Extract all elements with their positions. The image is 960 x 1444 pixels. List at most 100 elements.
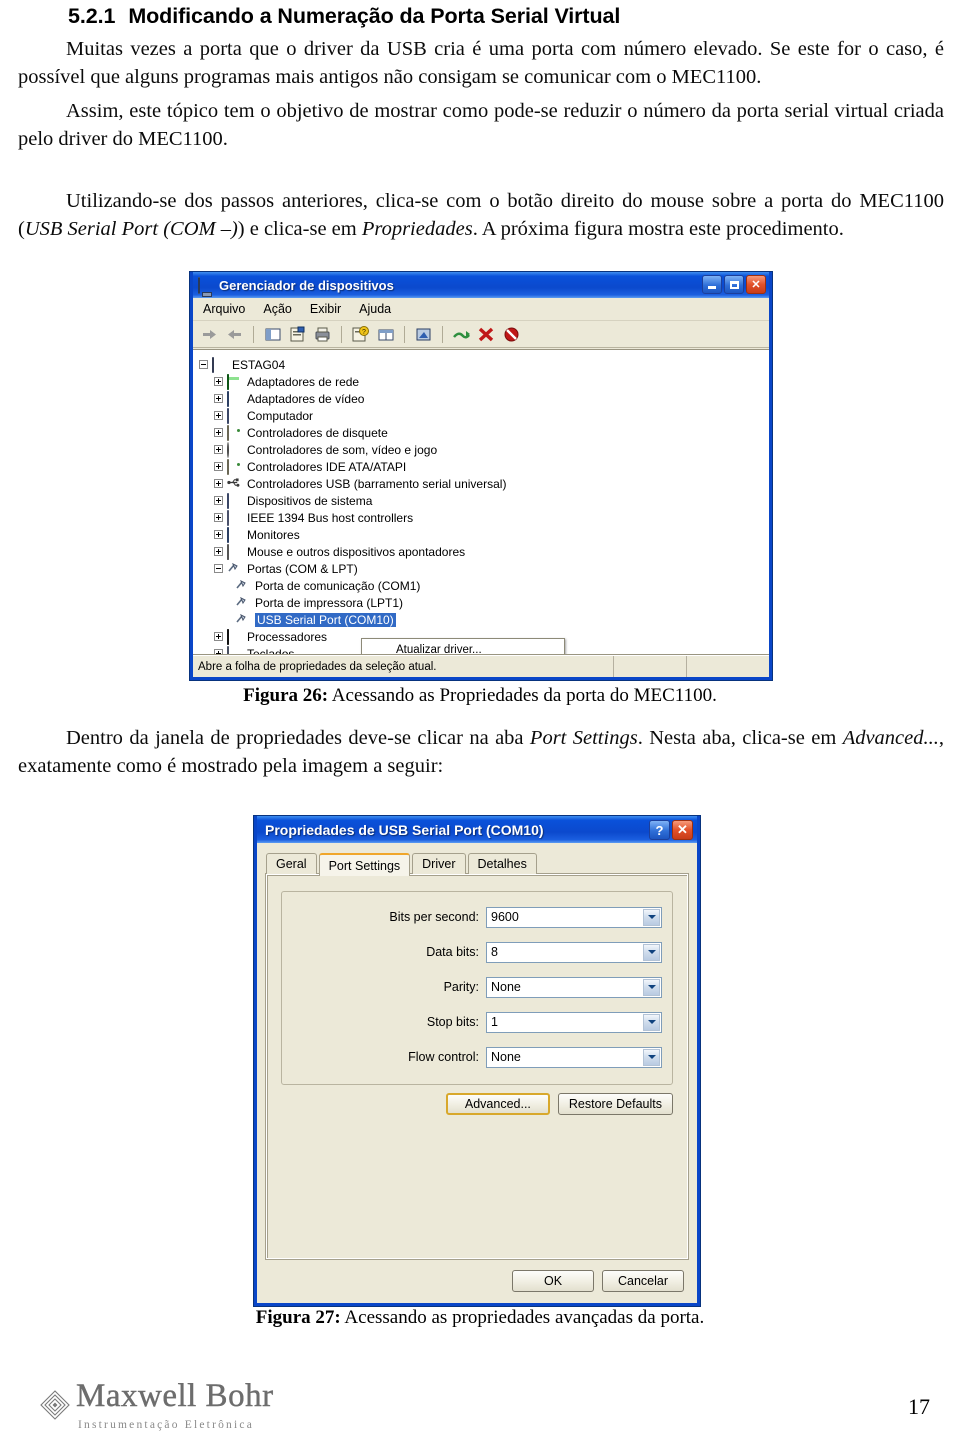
close-button[interactable]: ✕	[672, 820, 693, 840]
tree-item-computer[interactable]: Computador	[197, 407, 769, 424]
chevron-down-icon[interactable]	[643, 943, 660, 961]
tree-item-display-adapters[interactable]: Adaptadores de vídeo	[197, 390, 769, 407]
page-number: 17	[908, 1394, 930, 1419]
chevron-down-icon[interactable]	[643, 1013, 660, 1031]
expander-plus-icon[interactable]	[214, 530, 223, 539]
figure-27-caption: Figura 27: Acessando as propriedades ava…	[230, 1305, 730, 1330]
field-bits-per-second: Bits per second: 9600	[282, 906, 662, 928]
device-manager-toolbar: ?	[193, 321, 769, 348]
chevron-down-icon[interactable]	[643, 978, 660, 996]
tree-item-com1[interactable]: Porta de comunicação (COM1)	[197, 577, 769, 594]
port-icon	[227, 562, 242, 576]
tab-port-settings[interactable]: Port Settings	[318, 853, 411, 876]
close-button[interactable]: ✕	[746, 275, 766, 294]
tree-item-network-adapters[interactable]: Adaptadores de rede	[197, 373, 769, 390]
bits-per-second-combobox[interactable]: 9600	[486, 906, 662, 928]
menu-item-ajuda[interactable]: Ajuda	[359, 302, 391, 316]
field-parity: Parity: None	[282, 976, 662, 998]
expander-plus-icon[interactable]	[214, 445, 223, 454]
expander-plus-icon[interactable]	[214, 394, 223, 403]
expander-plus-icon[interactable]	[214, 479, 223, 488]
figure-26-label: Figura 26:	[243, 685, 329, 706]
tree-item-label: Controladores de som, vídeo e jogo	[247, 442, 438, 457]
tree-item-label: IEEE 1394 Bus host controllers	[247, 510, 414, 525]
show-tree-icon[interactable]	[262, 325, 283, 344]
device-tree-panel: ESTAG04 Adaptadores de rede Adaptadores …	[193, 349, 769, 655]
tree-item-label: Adaptadores de vídeo	[247, 391, 365, 406]
forward-arrow-icon[interactable]	[224, 325, 245, 344]
tree-item-label: Computador	[247, 408, 314, 423]
menu-item-acao[interactable]: Ação	[263, 302, 292, 316]
context-menu-item-update-driver[interactable]: Atualizar driver...	[362, 641, 564, 654]
disable-device-icon[interactable]	[501, 325, 522, 344]
tab-driver[interactable]: Driver	[412, 853, 466, 874]
paragraph-4-emphasis-2: Advanced...	[842, 727, 939, 749]
tree-item-ieee1394[interactable]: IEEE 1394 Bus host controllers	[197, 509, 769, 526]
stop-bits-combobox[interactable]: 1	[486, 1011, 662, 1033]
data-bits-combobox[interactable]: 8	[486, 941, 662, 963]
window-controls: ✕	[702, 275, 766, 294]
maximize-button[interactable]	[724, 275, 744, 294]
ok-button[interactable]: OK	[512, 1270, 594, 1292]
tree-item-ide-controllers[interactable]: Controladores IDE ATA/ATAPI	[197, 458, 769, 475]
stop-bits-label: Stop bits:	[426, 1015, 479, 1029]
tab-detalhes[interactable]: Detalhes	[467, 853, 537, 874]
expander-plus-icon[interactable]	[214, 547, 223, 556]
data-bits-value: 8	[491, 945, 498, 959]
cancel-button[interactable]: Cancelar	[602, 1270, 684, 1292]
restore-defaults-button[interactable]: Restore Defaults	[557, 1093, 673, 1115]
expander-plus-icon[interactable]	[214, 411, 223, 420]
update-driver-icon[interactable]	[413, 325, 434, 344]
display-adapter-icon	[227, 390, 242, 407]
dialog-footer: OK Cancelar	[257, 1259, 697, 1303]
tree-item-monitors[interactable]: Monitores	[197, 526, 769, 543]
scan-hardware-icon[interactable]: ?	[350, 325, 371, 344]
properties-icon[interactable]	[287, 325, 308, 344]
expander-plus-icon[interactable]	[214, 632, 223, 641]
menu-item-arquivo[interactable]: Arquivo	[203, 302, 245, 316]
tree-item-floppy-controllers[interactable]: Controladores de disquete	[197, 424, 769, 441]
advanced-button[interactable]: Advanced...	[445, 1093, 550, 1115]
paragraph-4: Dentro da janela de propriedades deve-se…	[18, 725, 944, 780]
computer-icon	[227, 407, 242, 424]
tab-geral[interactable]: Geral	[266, 853, 317, 874]
expander-minus-icon[interactable]	[214, 564, 223, 573]
uninstall-device-icon[interactable]	[476, 325, 497, 344]
tree-item-estag04[interactable]: ESTAG04	[197, 356, 769, 373]
tree-item-label: Monitores	[247, 527, 300, 542]
expander-plus-icon[interactable]	[214, 462, 223, 471]
expander-plus-icon[interactable]	[214, 377, 223, 386]
view-resources-icon[interactable]	[375, 325, 396, 344]
tree-item-label: ESTAG04	[232, 357, 286, 372]
minimize-button[interactable]	[702, 275, 722, 294]
tree-item-lpt1[interactable]: Porta de impressora (LPT1)	[197, 594, 769, 611]
tree-item-mice[interactable]: Mouse e outros dispositivos apontadores	[197, 543, 769, 560]
tree-item-label: Portas (COM & LPT)	[247, 561, 358, 576]
tree-item-usb-controllers[interactable]: Controladores USB (barramento serial uni…	[197, 475, 769, 492]
field-data-bits: Data bits: 8	[282, 941, 662, 963]
back-arrow-icon[interactable]	[199, 325, 220, 344]
computer-icon	[212, 356, 227, 373]
tree-item-ports[interactable]: Portas (COM & LPT)	[197, 560, 769, 577]
parity-combobox[interactable]: None	[486, 976, 662, 998]
help-button[interactable]: ?	[649, 820, 670, 840]
tree-item-system-devices[interactable]: Dispositivos de sistema	[197, 492, 769, 509]
expander-plus-icon[interactable]	[214, 496, 223, 505]
expander-minus-icon[interactable]	[199, 360, 208, 369]
menu-item-exibir[interactable]: Exibir	[310, 302, 341, 316]
status-cell-3	[687, 656, 769, 677]
expander-plus-icon[interactable]	[214, 428, 223, 437]
properties-dialog: Propriedades de USB Serial Port (COM10) …	[254, 816, 700, 1306]
ide-controller-icon	[227, 458, 242, 475]
sound-controller-icon	[227, 441, 242, 458]
flow-control-combobox[interactable]: None	[486, 1046, 662, 1068]
ieee1394-icon	[227, 509, 242, 526]
tree-item-sound-controllers[interactable]: Controladores de som, vídeo e jogo	[197, 441, 769, 458]
scan-changes-icon[interactable]	[451, 325, 472, 344]
expander-plus-icon[interactable]	[214, 513, 223, 522]
paragraph-3-emphasis-2: Propriedades	[361, 217, 473, 240]
chevron-down-icon[interactable]	[643, 1048, 660, 1066]
print-icon[interactable]	[312, 325, 333, 344]
chevron-down-icon[interactable]	[643, 908, 660, 926]
tree-item-usb-serial-port[interactable]: USB Serial Port (COM10)	[197, 611, 769, 628]
